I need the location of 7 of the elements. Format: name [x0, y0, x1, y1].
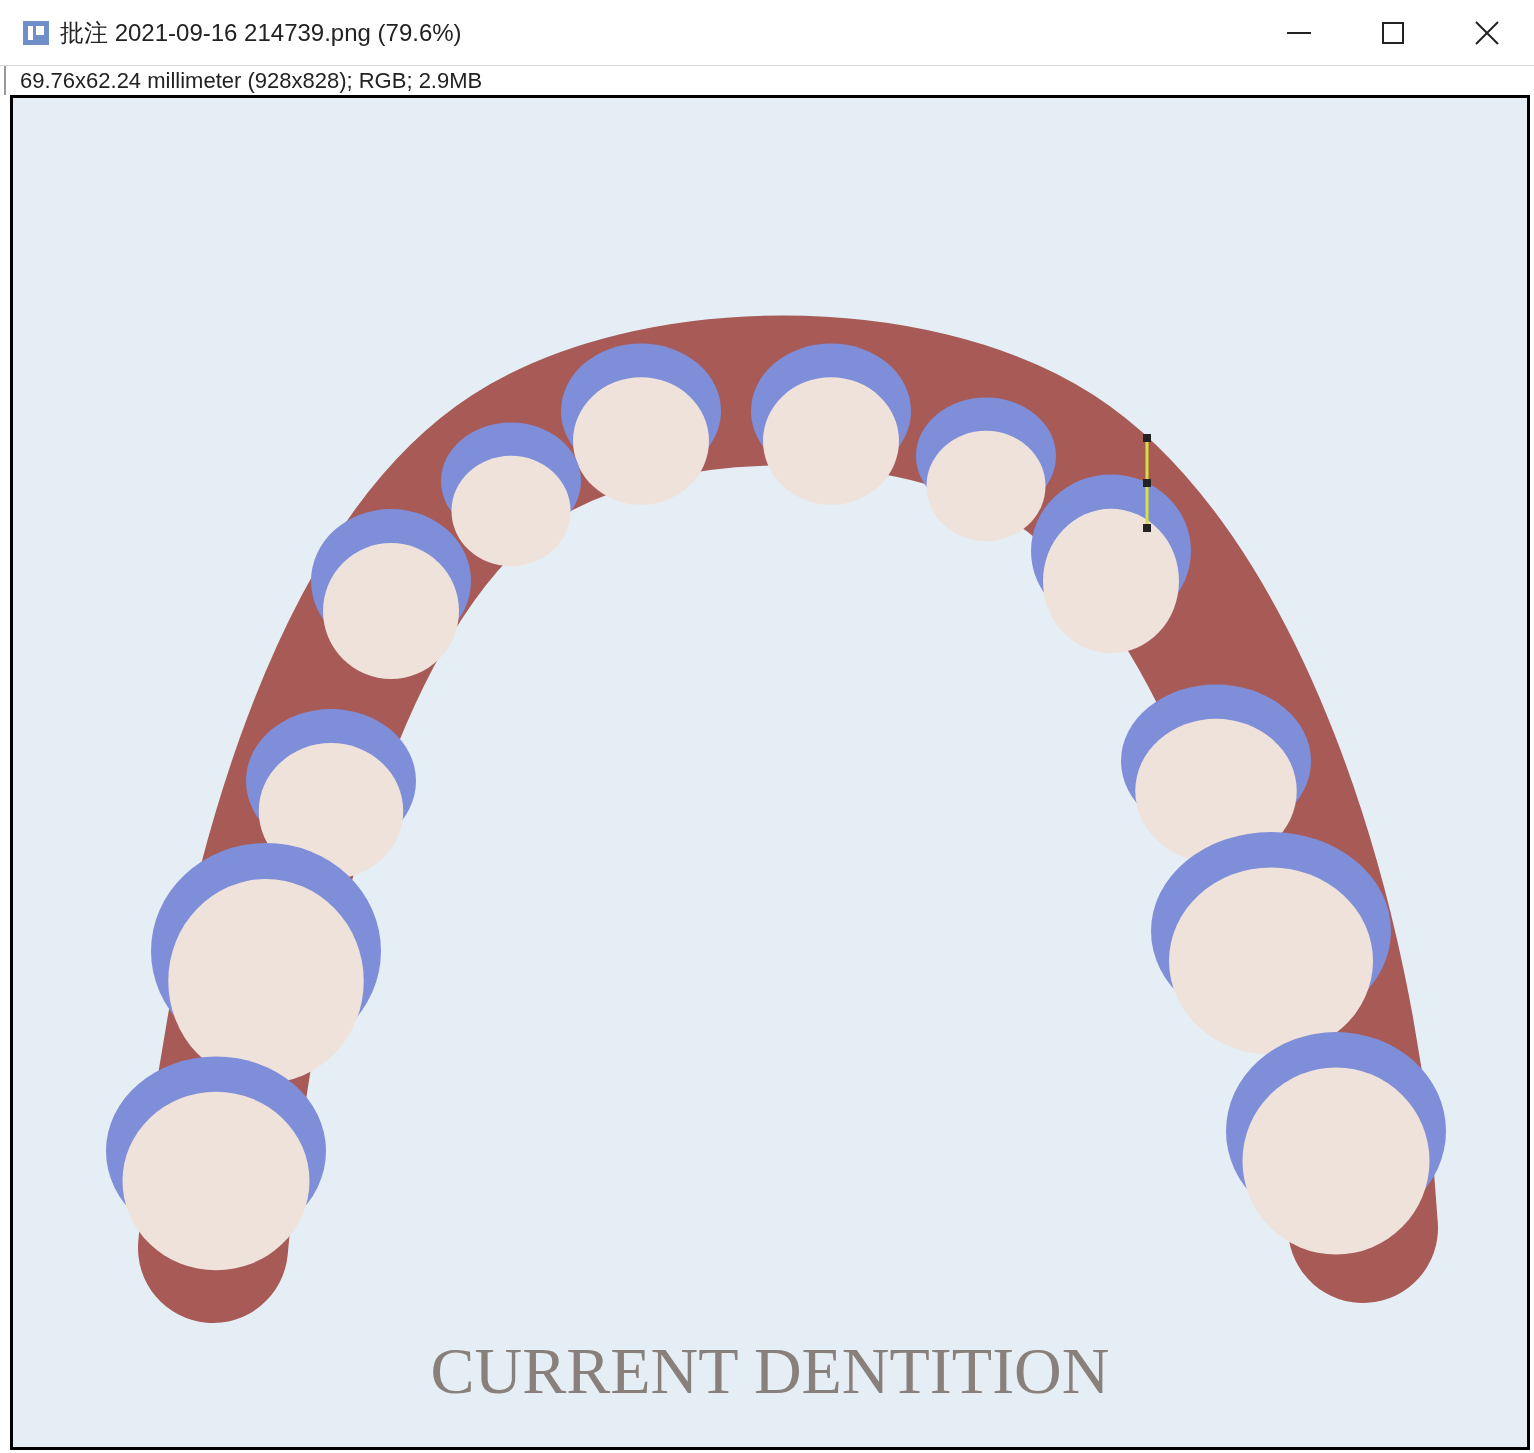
- window-title: 批注 2021-09-16 214739.png (79.6%): [60, 17, 462, 48]
- image-info: 69.76x62.24 millimeter (928x828); RGB; 2.9MB: [20, 69, 483, 92]
- maximize-icon: [1382, 21, 1404, 44]
- image-caption: CURRENT DENTITION: [430, 1338, 1110, 1404]
- app-icon: [22, 19, 50, 46]
- minimize-icon: [1287, 31, 1311, 34]
- close-icon: [1475, 20, 1499, 45]
